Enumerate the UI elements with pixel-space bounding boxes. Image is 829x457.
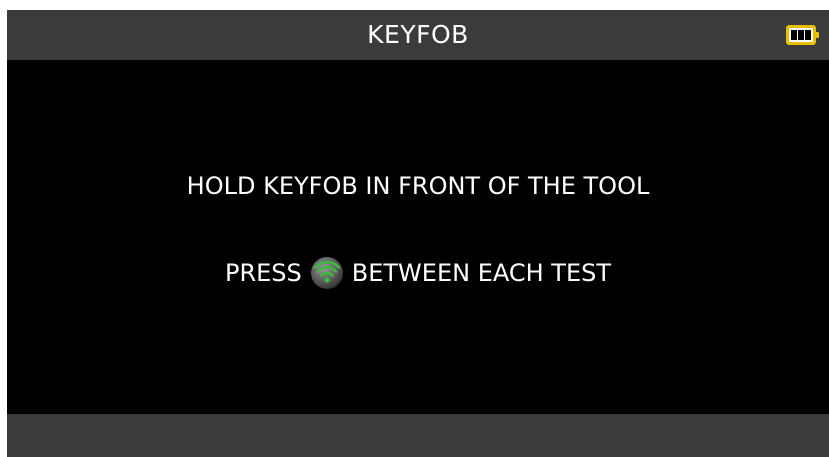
instruction-press-label: PRESS [224, 259, 302, 287]
battery-cell [805, 30, 811, 40]
instruction-panel: HOLD KEYFOB IN FRONT OF THE TOOL PRESS B… [7, 60, 829, 414]
battery-icon [786, 25, 819, 45]
header-bar: KEYFOB [7, 10, 829, 60]
device-screen: KEYFOB HOLD KEYFOB IN FRONT OF THE TOOL … [7, 10, 829, 457]
test-button-icon [310, 257, 343, 289]
instruction-between-label: BETWEEN EACH TEST [351, 259, 612, 287]
page-title: KEYFOB [367, 20, 469, 49]
footer-bar [7, 414, 829, 457]
instruction-hold-keyfob: HOLD KEYFOB IN FRONT OF THE TOOL [186, 172, 650, 200]
instruction-press-button: PRESS BETWEEN EACH TEST [7, 256, 829, 290]
battery-cell [791, 30, 797, 40]
battery-cell [798, 30, 804, 40]
